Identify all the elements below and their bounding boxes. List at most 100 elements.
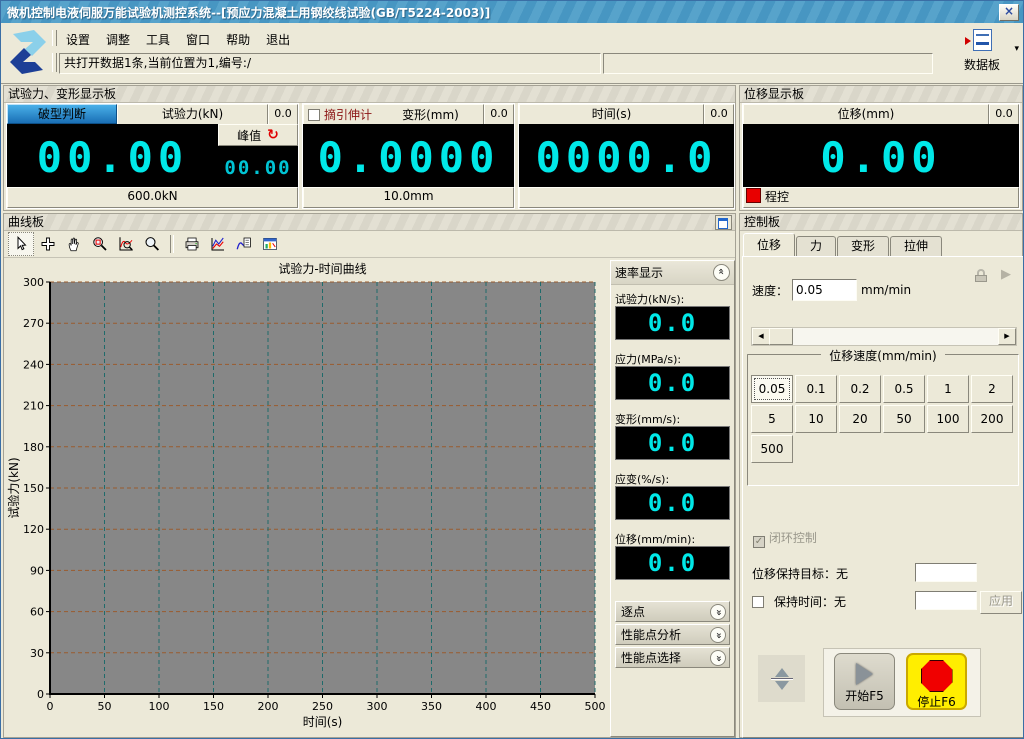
cursor-tool-icon[interactable] [8,232,34,256]
control-panel: 控制板 位移力变形拉伸 ▶ 速度： mm/min ◀ ▶ 位移速度(mm/min… [739,213,1023,738]
jog-divider [771,678,793,680]
hold-time-checkbox[interactable] [752,596,764,608]
section-label: 逐点 [621,603,645,620]
collapsed-section-bar[interactable]: 逐点 » [615,601,730,622]
jog-up-down-button[interactable] [758,655,805,702]
stop-button[interactable]: 停止F6 [906,653,967,710]
svg-text:300: 300 [23,276,44,289]
rate-lcd-value: 0.0 [615,426,730,460]
apply-button[interactable]: 应用 [980,591,1022,614]
speed-preset-button[interactable]: 100 [927,405,969,433]
expand-down-icon[interactable]: » [710,604,726,620]
force-lcd-value: 00.00 [7,124,218,190]
speed-preset-group: 位移速度(mm/min) 0.050.10.20.512510205010020… [747,354,1019,486]
program-control-indicator [746,188,761,203]
deform-range: 10.0mm [303,187,514,208]
zoom-curve-tool-icon[interactable] [114,233,138,255]
jog-up-icon[interactable] [775,661,789,677]
caret-down-icon[interactable]: ▾ [1014,44,1019,54]
magnifier-tool-icon[interactable] [140,233,164,255]
lock-icon[interactable] [975,269,987,282]
expand-down-icon[interactable]: » [710,627,726,643]
hold-target-input[interactable] [915,563,977,582]
break-detect-button[interactable]: 破型判断 [7,104,117,124]
section-label: 性能点分析 [621,626,681,643]
app-window: 微机控制电液伺服万能试验机测控系统--[预应力混凝土用钢绞线试验(GB/T522… [0,0,1024,739]
menu-item[interactable]: 调整 [99,29,137,47]
curve-select-icon[interactable] [206,233,230,255]
expand-down-icon[interactable]: » [710,650,726,666]
control-tab[interactable]: 变形 [837,236,889,256]
menu-item[interactable]: 帮助 [219,29,257,47]
scroll-right-icon[interactable]: ▶ [998,328,1016,345]
svg-text:300: 300 [367,700,388,713]
speed-preset-button[interactable]: 0.1 [795,375,837,403]
control-tab[interactable]: 拉伸 [890,236,942,256]
curve-panel-title: 曲线板 [8,215,44,229]
collapsed-section-bar[interactable]: 性能点选择 » [615,647,730,668]
svg-text:250: 250 [312,700,333,713]
rate-label: 应变(%/s): [615,471,730,486]
speed-preset-button[interactable]: 2 [971,375,1013,403]
speed-preset-button[interactable]: 500 [751,435,793,463]
control-tab[interactable]: 位移 [743,233,795,256]
section-label: 性能点选择 [621,649,681,666]
extensometer-checkbox[interactable] [308,109,320,121]
rate-item: 试验力(kN/s): 0.0 [615,291,730,340]
hand-pan-tool-icon[interactable] [62,233,86,255]
scroll-left-icon[interactable]: ◀ [752,328,770,345]
speed-preset-button[interactable]: 200 [971,405,1013,433]
menu-item[interactable]: 退出 [259,29,297,47]
speed-preset-button[interactable]: 0.05 [751,375,793,403]
speed-preset-button[interactable]: 0.5 [883,375,925,403]
speed-scrollbar[interactable]: ◀ ▶ [751,327,1017,346]
collapsed-section-bar[interactable]: 性能点分析 » [615,624,730,645]
closed-loop-checkbox: ✓ [753,536,765,548]
close-icon[interactable]: × [999,4,1019,21]
peak-reset-icon[interactable]: ↻ [267,129,279,141]
start-label: 开始F5 [835,687,894,704]
displacement-display-group: 位移(mm) 0.0 0.00 程控 [742,103,1020,209]
scrollbar-thumb[interactable] [769,328,793,345]
zoom-box-tool-icon[interactable] [88,233,112,255]
speed-unit: mm/min [861,283,911,297]
control-tab[interactable]: 力 [796,236,836,256]
menu-item[interactable]: 窗口 [179,29,217,47]
svg-text:450: 450 [530,700,551,713]
data-panel-button[interactable]: ▾ 数据板 [955,28,1009,78]
rate-lcd-value: 0.0 [615,546,730,580]
speed-input[interactable] [792,279,857,301]
start-button[interactable]: 开始F5 [834,653,895,710]
hold-time-input[interactable] [915,591,977,610]
svg-text:100: 100 [149,700,170,713]
svg-text:0: 0 [47,700,54,713]
speed-preset-button[interactable]: 0.2 [839,375,881,403]
deform-display-group: 摘引伸计 变形(mm) 0.0 0.0000 10.0mm [302,103,515,209]
menu-item[interactable]: 工具 [139,29,177,47]
top-toolbar: 设置调整工具窗口帮助退出 共打开数据1条,当前位置为1,编号:/ ▾ 数据板 [1,23,1023,84]
collapse-up-icon[interactable]: » [713,264,730,281]
speed-preset-button[interactable]: 50 [883,405,925,433]
menu-item[interactable]: 设置 [59,29,97,47]
jog-down-icon[interactable] [775,681,789,697]
rate-panel: 速率显示 » 试验力(kN/s): 0.0 应力(MPa/s): 0.0 [610,260,735,737]
speed-preset-button[interactable]: 20 [839,405,881,433]
start-play-icon [856,663,873,685]
svg-text:90: 90 [30,564,44,577]
copy-curve-icon[interactable] [232,233,256,255]
peak-bar[interactable]: 峰值 ↻ [218,124,298,146]
data-window-icon[interactable] [258,233,282,255]
svg-text:120: 120 [23,523,44,536]
svg-text:试验力-时间曲线: 试验力-时间曲线 [278,261,366,276]
speed-preset-button[interactable]: 10 [795,405,837,433]
force-time-chart[interactable]: 0306090120150180210240270300050100150200… [6,260,610,737]
speed-preset-button[interactable]: 5 [751,405,793,433]
status-field-secondary [603,53,933,74]
restore-window-icon[interactable] [715,215,732,230]
displacement-header: 位移(mm) [743,104,989,126]
force-aux-value: 0.0 [268,104,298,126]
print-icon[interactable] [180,233,204,255]
move-cross-tool-icon[interactable] [36,233,60,255]
svg-text:60: 60 [30,606,44,619]
speed-preset-button[interactable]: 1 [927,375,969,403]
